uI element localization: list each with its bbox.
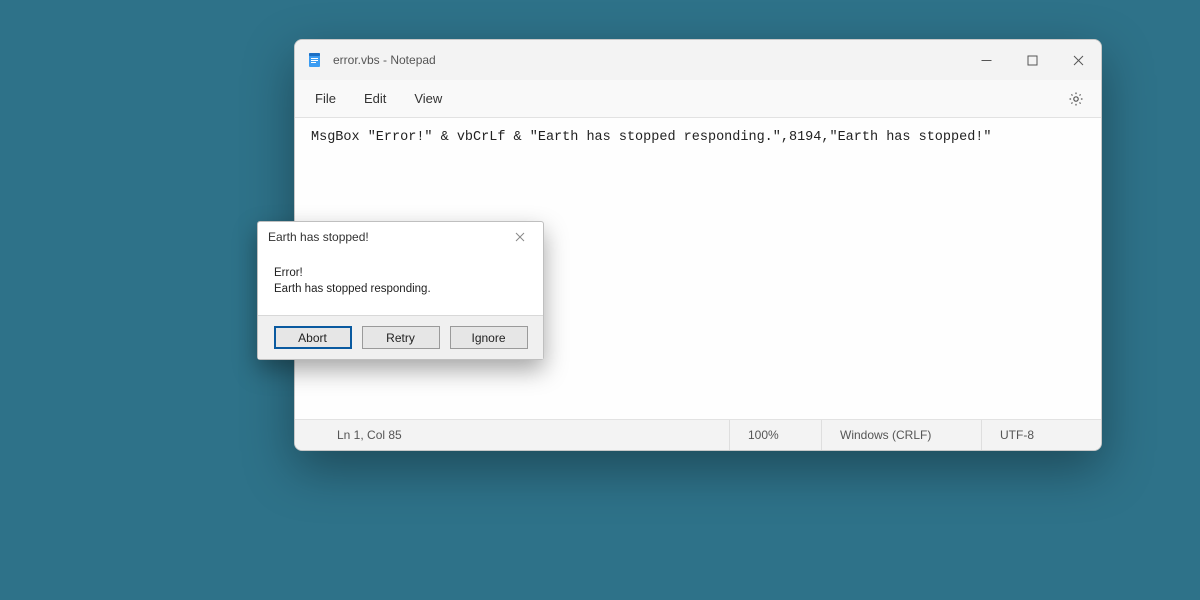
- dialog-message-line2: Earth has stopped responding.: [274, 282, 527, 298]
- statusbar: Ln 1, Col 85 100% Windows (CRLF) UTF-8: [295, 420, 1101, 450]
- window-controls: [963, 40, 1101, 80]
- retry-button[interactable]: Retry: [362, 326, 440, 349]
- notepad-icon: [307, 52, 323, 68]
- titlebar[interactable]: error.vbs - Notepad: [295, 40, 1101, 80]
- window-title: error.vbs - Notepad: [333, 53, 436, 67]
- close-button[interactable]: [1055, 40, 1101, 80]
- status-zoom[interactable]: 100%: [729, 420, 821, 450]
- dialog-message-line1: Error!: [274, 266, 527, 282]
- dialog-title: Earth has stopped!: [268, 230, 369, 244]
- menu-view[interactable]: View: [404, 85, 452, 112]
- messagebox-dialog: Earth has stopped! Error! Earth has stop…: [257, 221, 544, 360]
- menubar: File Edit View: [295, 80, 1101, 118]
- abort-button[interactable]: Abort: [274, 326, 352, 349]
- gear-icon[interactable]: [1061, 84, 1091, 114]
- status-line-ending: Windows (CRLF): [821, 420, 981, 450]
- status-encoding: UTF-8: [981, 420, 1101, 450]
- dialog-close-button[interactable]: [507, 225, 533, 249]
- menu-edit[interactable]: Edit: [354, 85, 396, 112]
- menu-file[interactable]: File: [305, 85, 346, 112]
- status-cursor: Ln 1, Col 85: [337, 420, 420, 450]
- dialog-titlebar[interactable]: Earth has stopped!: [258, 222, 543, 252]
- maximize-button[interactable]: [1009, 40, 1055, 80]
- ignore-button[interactable]: Ignore: [450, 326, 528, 349]
- minimize-button[interactable]: [963, 40, 1009, 80]
- dialog-button-row: Abort Retry Ignore: [258, 315, 543, 359]
- dialog-body: Error! Earth has stopped responding.: [258, 252, 543, 315]
